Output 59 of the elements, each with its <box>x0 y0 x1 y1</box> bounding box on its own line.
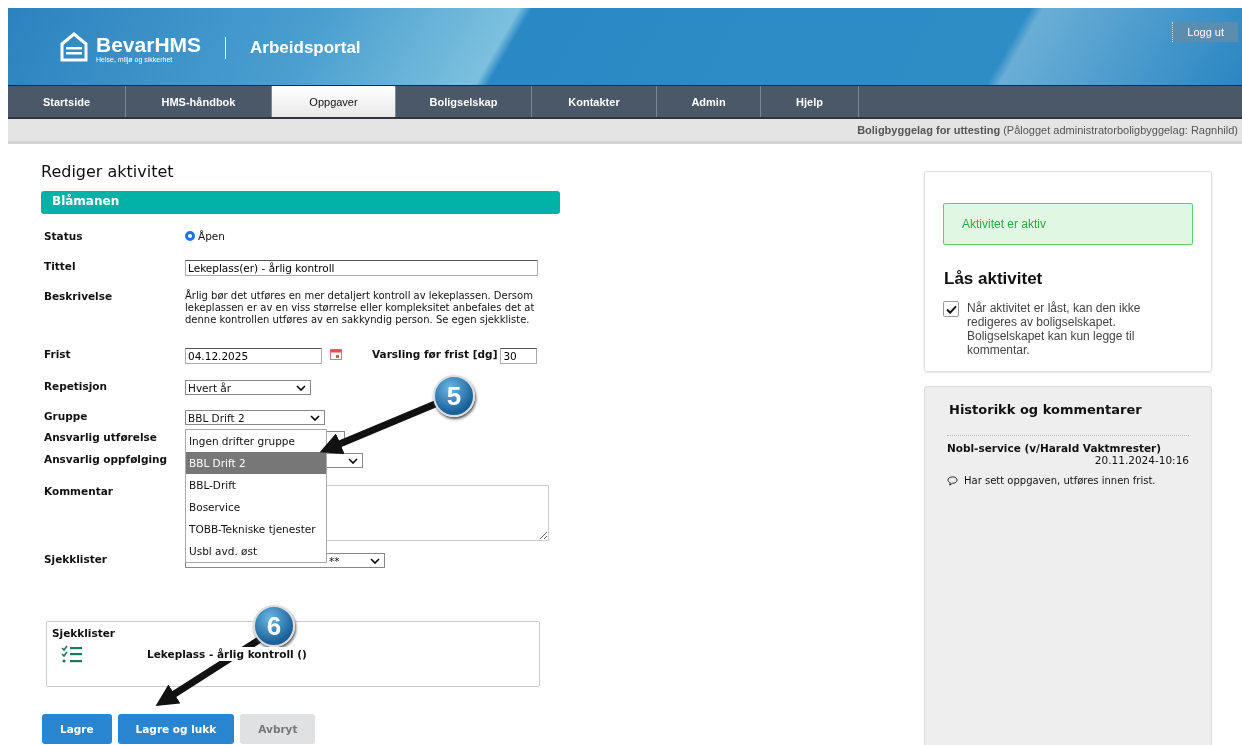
action-button[interactable]: Lagre og lukk <box>117 714 235 744</box>
radio-button[interactable] <box>185 231 195 241</box>
nav-tab[interactable]: Hjelp <box>761 86 859 117</box>
chevron-down-icon <box>296 384 306 391</box>
notice-days-input[interactable]: 30 <box>500 348 538 364</box>
field-label: Sjekklister <box>44 553 108 565</box>
group-select[interactable]: BBL Drift 2 <box>185 410 325 425</box>
checklist-icon <box>61 645 83 663</box>
nav-tab[interactable]: Oppgaver <box>272 86 396 117</box>
calendar-icon[interactable] <box>330 348 342 360</box>
nav-tab[interactable]: Boligselskap <box>396 86 532 117</box>
chevron-down-icon <box>310 414 320 421</box>
dropdown-option[interactable]: Usbl avd. øst <box>186 540 326 562</box>
comment-text: Har sett oppgaven, utføres innen frist. <box>964 475 1156 486</box>
section-header: Blåmanen <box>41 191 560 214</box>
title-input[interactable]: Lekeplass(er) - årlig kontroll <box>185 260 538 276</box>
nav-tab[interactable]: Startside <box>8 86 126 117</box>
field-label: Ansvarlig oppfølging <box>44 453 169 465</box>
portal-title: Arbeidsportal <box>250 38 361 58</box>
dropdown-option[interactable]: BBL-Drift <box>186 474 326 496</box>
page-title: Rediger aktivitet <box>41 162 175 181</box>
field-label: Tittel <box>44 260 77 272</box>
chevron-down-icon <box>370 557 380 564</box>
lock-description: Når aktivitet er låst, kan den ikke redigeres av boligselskapet. Boligselskapet kan kun legge til kommentar. <box>967 301 1142 357</box>
comment-author: Nobl-service (v/Harald Vaktmrester) <box>947 442 1163 454</box>
date-input[interactable]: 04.12.2025 <box>185 348 322 364</box>
description-text: Årlig bør det utføres en mer detaljert kontroll av lekeplassen. Dersom lekeplassen er av en viss størrelse eller kompleksitet anbefales det at denne kontrollen utføres av en sakkyndig person. Se egen sjekkliste. <box>185 290 536 326</box>
panel-title: Sjekklister <box>52 627 116 639</box>
checklist-item[interactable]: Lekeplass - årlig kontroll () <box>145 647 309 661</box>
logout-button[interactable]: Logg ut <box>1172 22 1238 42</box>
history-title: Historikk og kommentarer <box>949 402 1143 417</box>
field-label: Varsling før frist [dg] <box>372 348 498 360</box>
dropdown-option[interactable]: BBL Drift 2 <box>186 452 326 474</box>
lock-checkbox[interactable] <box>943 301 959 317</box>
comment-time: 20.11.2024-10:16 <box>1093 454 1189 466</box>
repetition-select[interactable]: Hvert år <box>185 380 311 395</box>
lock-title: Lås aktivitet <box>944 269 1044 289</box>
field-label: Gruppe <box>44 410 89 422</box>
dropdown-option[interactable]: Boservice <box>186 496 326 518</box>
house-logo-icon <box>60 32 88 64</box>
action-button[interactable]: Lagre <box>42 714 112 744</box>
step-badge: 5 <box>433 375 475 417</box>
status-alert: Aktivitet er aktiv <box>943 203 1193 245</box>
field-label: Ansvarlig utførelse <box>44 431 158 443</box>
nav-tab[interactable]: Admin <box>657 86 761 117</box>
field-label: Repetisjon <box>44 380 108 392</box>
field-label: Beskrivelse <box>44 290 114 302</box>
org-info: Boligbyggelag for uttesting (Pålogget administratorboligbyggelag: Ragnhild) <box>857 124 1238 136</box>
step-badge: 6 <box>253 605 295 647</box>
field-label: Kommentar <box>44 485 114 497</box>
radio-label: Åpen <box>198 230 225 242</box>
dropdown-option[interactable]: TOBB-Tekniske tjenester <box>186 518 326 540</box>
dropdown-option[interactable]: Ingen drifter gruppe <box>186 430 326 452</box>
nav-tab[interactable]: Kontakter <box>532 86 657 117</box>
speech-bubble-icon <box>947 475 958 486</box>
field-label: Frist <box>44 348 72 360</box>
chevron-down-icon <box>348 457 358 464</box>
field-label: Status <box>44 230 84 242</box>
logo-name: BevarHMS <box>96 33 202 56</box>
